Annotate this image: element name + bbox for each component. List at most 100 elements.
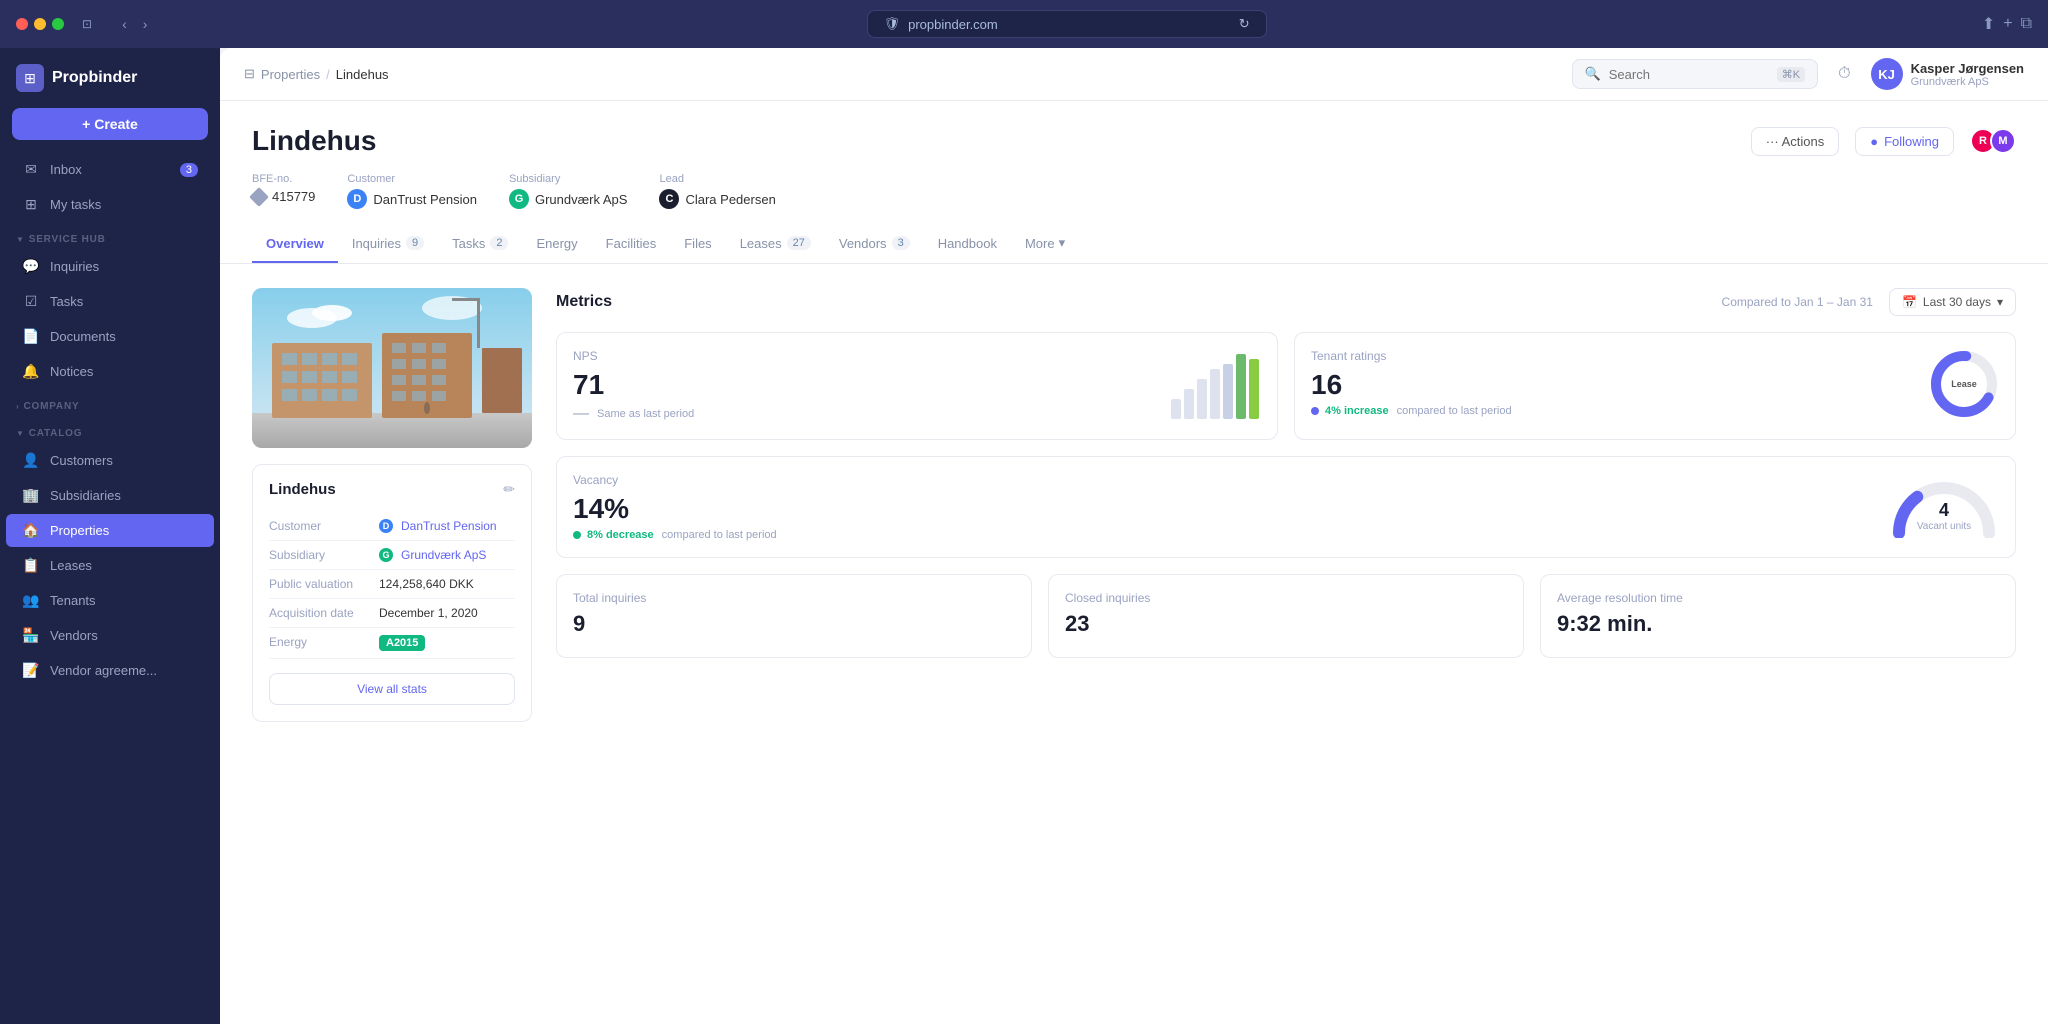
refresh-icon[interactable]: ↻ (1239, 16, 1250, 32)
browser-actions: ⬆ + ⧉ (1982, 14, 2032, 34)
sidebar-item-customers[interactable]: 👤 Customers (6, 444, 214, 477)
subsidiaries-label: Subsidiaries (50, 488, 121, 503)
tab-files[interactable]: Files (670, 226, 725, 263)
nps-sub: — Same as last period (573, 405, 1171, 423)
vacancy-label: Vacancy (573, 473, 1889, 487)
date-picker[interactable]: 📅 Last 30 days ▾ (1889, 288, 2016, 316)
search-input[interactable] (1609, 67, 1769, 82)
meta-lead: Lead C Clara Pedersen (659, 173, 775, 209)
sidebar-item-inbox[interactable]: ✉ Inbox 3 (6, 153, 214, 186)
avg-resolution-label: Average resolution time (1557, 591, 1999, 605)
meta-customer-label: Customer (347, 173, 477, 185)
info-public-val-label: Public valuation (269, 577, 379, 591)
share-button[interactable]: ⬆ (1982, 14, 1995, 34)
duplicate-button[interactable]: ⧉ (2021, 14, 2032, 34)
company-section: › COMPANY (0, 389, 220, 416)
documents-icon: 📄 (22, 328, 40, 345)
vacancy-decrease: 8% decrease (587, 529, 654, 541)
subsidiary-initial-icon: G (509, 189, 529, 209)
tenant-ratings-sub: 4% increase compared to last period (1311, 405, 1929, 417)
sidebar-item-documents[interactable]: 📄 Documents (6, 320, 214, 353)
info-customer-value[interactable]: D DanTrust Pension (379, 519, 497, 533)
back-button[interactable]: ‹ (118, 14, 131, 34)
inquiries-label: Inquiries (50, 259, 99, 274)
url-display: propbinder.com (908, 17, 998, 32)
vendors-icon: 🏪 (22, 627, 40, 644)
nps-chart (1171, 349, 1261, 419)
leases-icon: 📋 (22, 557, 40, 574)
info-subsidiary-value[interactable]: G Grundværk ApS (379, 548, 486, 562)
sidebar-logo: ⊞ Propbinder (0, 48, 220, 104)
property-title-row: Lindehus ··· Actions ● Following R M (252, 125, 2016, 157)
tab-inquiries[interactable]: Inquiries 9 (338, 226, 438, 263)
info-subsidiary-label: Subsidiary (269, 548, 379, 562)
info-row-customer: Customer D DanTrust Pension (269, 512, 515, 541)
metric-card-vacancy: Vacancy 14% 8% decrease compared to last… (556, 456, 2016, 558)
nps-label: NPS (573, 349, 1171, 363)
vacancy-sub: 8% decrease compared to last period (573, 529, 1889, 541)
property-meta: BFE-no. 415779 Customer D DanTrust Pensi… (252, 173, 2016, 209)
notices-icon: 🔔 (22, 363, 40, 380)
split-view-button[interactable]: ⊡ (76, 15, 98, 33)
total-inquiries-value: 9 (573, 611, 1015, 637)
info-acquisition-value: December 1, 2020 (379, 606, 478, 620)
sidebar-item-tasks[interactable]: ☑ Tasks (6, 285, 214, 318)
new-tab-button[interactable]: + (2003, 14, 2012, 34)
window-controls: ⊡ (76, 15, 98, 33)
info-customer-label: Customer (269, 519, 379, 533)
closed-inquiries-label: Closed inquiries (1065, 591, 1507, 605)
tab-vendors[interactable]: Vendors 3 (825, 226, 924, 263)
vacant-units-label: Vacant units (1889, 521, 1999, 532)
inbox-label: Inbox (50, 162, 82, 177)
tab-more[interactable]: More ▾ (1011, 225, 1079, 263)
following-button[interactable]: ● Following (1855, 127, 1954, 156)
top-bar: ⊟ Properties / Lindehus 🔍 ⌘K ⏱ KJ Kasper… (220, 48, 2048, 101)
metrics-header: Metrics Compared to Jan 1 – Jan 31 📅 Las… (556, 288, 2016, 316)
logo-icon: ⊞ (16, 64, 44, 92)
properties-icon: 🏠 (22, 522, 40, 539)
sidebar-item-notices[interactable]: 🔔 Notices (6, 355, 214, 388)
user-company: Grundværk ApS (1911, 76, 2024, 88)
view-all-stats-button[interactable]: View all stats (269, 673, 515, 705)
sidebar-item-vendors[interactable]: 🏪 Vendors (6, 619, 214, 652)
diamond-icon (249, 187, 269, 207)
tab-leases[interactable]: Leases 27 (726, 226, 825, 263)
sidebar-item-subsidiaries[interactable]: 🏢 Subsidiaries (6, 479, 214, 512)
sidebar-item-vendor-agreements[interactable]: 📝 Vendor agreeme... (6, 654, 214, 687)
create-button[interactable]: + Create (12, 108, 208, 140)
logo-text: Propbinder (52, 69, 137, 87)
close-button[interactable] (16, 18, 28, 30)
tab-overview[interactable]: Overview (252, 226, 338, 263)
metrics-period: Compared to Jan 1 – Jan 31 (1722, 295, 1873, 309)
breadcrumb-parent[interactable]: Properties (261, 67, 320, 82)
tab-facilities[interactable]: Facilities (592, 226, 671, 263)
left-column: Lindehus ✏ Customer D DanTrust Pension S… (252, 288, 532, 722)
search-bar[interactable]: 🔍 ⌘K (1572, 59, 1819, 89)
building-illustration (252, 288, 532, 448)
address-bar[interactable]: 🛡 propbinder.com ↻ (867, 10, 1267, 38)
catalog-section: ▼ CATALOG (0, 416, 220, 443)
vendor-agreements-icon: 📝 (22, 662, 40, 679)
search-shortcut: ⌘K (1777, 67, 1805, 82)
sidebar-item-properties[interactable]: 🏠 Properties (6, 514, 214, 547)
sidebar-item-my-tasks[interactable]: ⊞ My tasks (6, 188, 214, 221)
tab-handbook[interactable]: Handbook (924, 226, 1011, 263)
sidebar-item-leases[interactable]: 📋 Leases (6, 549, 214, 582)
meta-bfe: BFE-no. 415779 (252, 173, 315, 209)
content-area: Lindehus ✏ Customer D DanTrust Pension S… (220, 264, 2048, 746)
fullscreen-button[interactable] (52, 18, 64, 30)
tab-energy[interactable]: Energy (522, 226, 591, 263)
sidebar-item-inquiries[interactable]: 💬 Inquiries (6, 250, 214, 283)
date-picker-chevron: ▾ (1997, 295, 2003, 309)
timer-button[interactable]: ⏱ (1834, 61, 1854, 87)
edit-icon[interactable]: ✏ (503, 481, 515, 498)
sidebar-item-tenants[interactable]: 👥 Tenants (6, 584, 214, 617)
actions-button[interactable]: ··· Actions (1751, 127, 1840, 156)
tab-tasks[interactable]: Tasks 2 (438, 226, 522, 263)
tenant-ratings-value: 16 (1311, 369, 1929, 401)
meta-lead-value: C Clara Pedersen (659, 189, 775, 209)
customer-initial-icon: D (347, 189, 367, 209)
minimize-button[interactable] (34, 18, 46, 30)
forward-button[interactable]: › (139, 14, 152, 34)
customer-link-icon: D (379, 519, 393, 533)
